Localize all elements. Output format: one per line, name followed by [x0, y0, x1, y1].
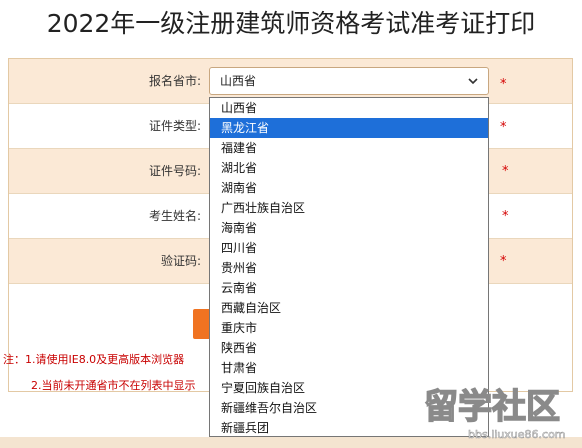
required-mark: * — [502, 164, 509, 179]
captcha-label: 验证码: — [160, 254, 201, 268]
candidate-name-label: 考生姓名: — [148, 209, 201, 223]
required-mark: * — [502, 209, 509, 224]
dropdown-option-highlighted[interactable]: 黑龙江省 — [210, 118, 488, 138]
watermark-url: bbs.liuxue86.com — [468, 428, 566, 441]
required-mark: * — [500, 120, 507, 135]
dropdown-option[interactable]: 广西壮族自治区 — [210, 198, 488, 218]
note-province: 2.当前未开通省市不在列表中显示 — [31, 379, 196, 392]
note-browser: 注：1.请使用IE8.0及更高版本浏览器 — [3, 353, 185, 366]
dropdown-option[interactable]: 湖南省 — [210, 178, 488, 198]
dropdown-option[interactable]: 陕西省 — [210, 338, 488, 358]
dropdown-option[interactable]: 重庆市 — [210, 318, 488, 338]
dropdown-option[interactable]: 甘肃省 — [210, 358, 488, 378]
province-label: 报名省市: — [148, 74, 201, 88]
dropdown-option[interactable]: 云南省 — [210, 278, 488, 298]
watermark-logo: 留学社区 bbs.liuxue86.com — [423, 386, 566, 441]
page-title: 2022年一级注册建筑师资格考试准考证打印 — [46, 9, 536, 38]
dropdown-option[interactable]: 福建省 — [210, 138, 488, 158]
dropdown-option[interactable]: 四川省 — [210, 238, 488, 258]
dropdown-option[interactable]: 贵州省 — [210, 258, 488, 278]
required-mark: * — [500, 77, 507, 92]
chevron-down-icon — [468, 78, 478, 85]
dropdown-option[interactable]: 湖北省 — [210, 158, 488, 178]
province-select[interactable]: 山西省 — [209, 67, 489, 95]
watermark-text: 留学社区 — [424, 387, 560, 427]
required-mark: * — [500, 254, 507, 269]
dropdown-option[interactable]: 山西省 — [210, 98, 488, 118]
dropdown-option[interactable]: 海南省 — [210, 218, 488, 238]
id-number-label: 证件号码: — [148, 164, 201, 178]
province-select-value: 山西省 — [220, 74, 257, 88]
id-type-label: 证件类型: — [148, 119, 201, 133]
dropdown-option[interactable]: 西藏自治区 — [210, 298, 488, 318]
